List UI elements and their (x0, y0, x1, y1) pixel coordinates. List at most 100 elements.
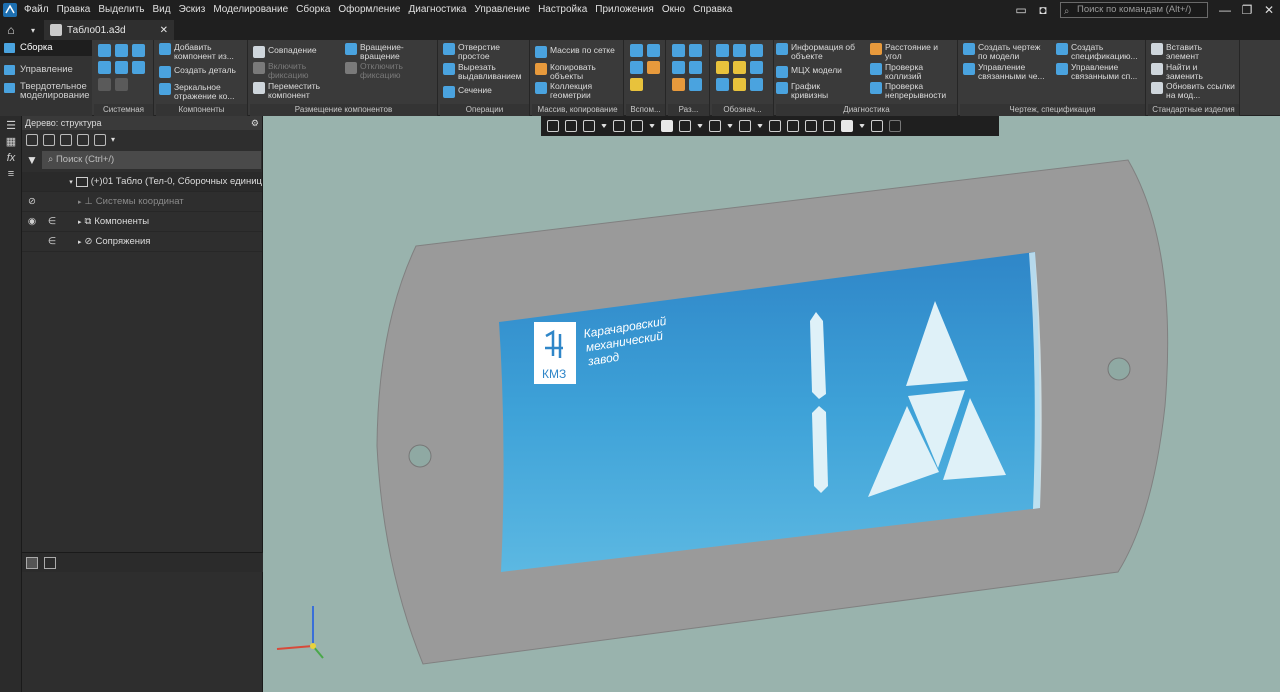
find-replace-button[interactable]: Найти и заменить (1151, 63, 1226, 81)
menu-select[interactable]: Выделить (94, 0, 148, 20)
tree-item-coordinate-systems[interactable]: ⊘ ▸ ⊥ Системы координат (22, 192, 262, 212)
aux-plane-icon[interactable] (647, 44, 660, 57)
angle-size-icon[interactable] (689, 61, 702, 74)
mark-icon[interactable] (750, 61, 763, 74)
extrude-cut-button[interactable]: Вырезать выдавливанием (443, 63, 530, 81)
save-icon[interactable] (132, 44, 145, 57)
tolerance-icon[interactable] (750, 44, 763, 57)
manage-linked-spec-button[interactable]: Управление связанными сп... (1056, 63, 1149, 81)
tree-item-mates[interactable]: ∈ ▸ ⊘ Сопряжения (22, 232, 262, 252)
chevron-down-icon[interactable]: ▾ (22, 20, 44, 40)
roughness-icon[interactable] (733, 44, 746, 57)
tree-search-input[interactable]: ⌕ Поиск (Ctrl+/) (42, 151, 261, 169)
app-logo-icon[interactable] (0, 0, 20, 20)
expand-icon[interactable]: ▸ (78, 238, 82, 246)
mode-manage[interactable]: Управление (0, 62, 92, 78)
include-icon[interactable]: ∈ (42, 236, 62, 247)
create-spec-button[interactable]: Создать спецификацию... (1056, 43, 1149, 61)
expand-icon[interactable]: ▸ (78, 198, 82, 206)
continuity-check-button[interactable]: Проверка непрерывности (870, 82, 955, 100)
enable-fix-button[interactable]: Включить фиксацию (253, 62, 328, 80)
new-doc-icon[interactable] (98, 44, 111, 57)
create-drawing-button[interactable]: Создать чертеж по модели (963, 43, 1052, 61)
add-component-button[interactable]: Добавить компонент из... (159, 43, 246, 61)
base-icon[interactable] (716, 61, 729, 74)
weld-icon[interactable] (733, 61, 746, 74)
properties-panel-icon[interactable]: ▦ (4, 136, 18, 148)
3d-viewport[interactable]: КМЗ Карачаровский механический завод 1 (263, 116, 1280, 692)
expand-icon[interactable]: ▸ (78, 218, 82, 226)
menu-window[interactable]: Окно (658, 0, 689, 20)
auto-size-icon[interactable] (689, 78, 702, 91)
menu-diagnostics[interactable]: Диагностика (404, 0, 470, 20)
panel-layout-icon[interactable]: ▭ (1010, 0, 1032, 20)
manage-linked-drawings-button[interactable]: Управление связанными че... (963, 63, 1056, 81)
aux-axis-icon[interactable] (630, 44, 643, 57)
close-icon[interactable]: ✕ (1258, 0, 1280, 20)
tree-panel-icon[interactable]: ☰ (4, 120, 18, 132)
tree-view-build-icon[interactable] (43, 134, 55, 146)
tree-item-components[interactable]: ◉ ∈ ▸ ⧉ Компоненты (22, 212, 262, 232)
menu-file[interactable]: Файл (20, 0, 53, 20)
geometry-collection-button[interactable]: Коллекция геометрии (535, 82, 610, 100)
menu-sketch[interactable]: Эскиз (175, 0, 210, 20)
radius-size-icon[interactable] (672, 61, 685, 74)
diameter-size-icon[interactable] (689, 44, 702, 57)
home-icon[interactable]: ⌂ (0, 20, 22, 40)
mass-props-button[interactable]: МЦХ модели (776, 66, 842, 78)
tree-view-structure-icon[interactable] (26, 134, 38, 146)
tree-tab-icon[interactable] (26, 556, 38, 569)
create-part-button[interactable]: Создать деталь (159, 66, 236, 78)
hole-button[interactable]: Отверстие простое (443, 43, 526, 61)
axis-triad-icon[interactable] (276, 606, 324, 659)
undo-icon[interactable] (98, 78, 111, 91)
eye-icon[interactable]: ◉ (22, 216, 42, 227)
move-component-button[interactable]: Переместить компонент (253, 82, 332, 100)
aux-point-icon[interactable] (630, 61, 643, 74)
menu-design[interactable]: Оформление (334, 0, 404, 20)
copy-objects-button[interactable]: Копировать объекты (535, 63, 610, 81)
menu-settings[interactable]: Настройка (534, 0, 591, 20)
menu-manage[interactable]: Управление (470, 0, 534, 20)
tab-close-icon[interactable]: ✕ (160, 25, 168, 36)
grid-array-button[interactable]: Массив по сетке (535, 46, 615, 58)
menu-edit[interactable]: Правка (53, 0, 95, 20)
cut-line-icon[interactable] (733, 78, 746, 91)
open-icon[interactable] (115, 44, 128, 57)
layers-icon[interactable]: ≡ (4, 168, 18, 180)
maximize-icon[interactable]: ❐ (1236, 0, 1258, 20)
mode-assembly[interactable]: Сборка (0, 40, 92, 56)
tree-view-grid-icon[interactable] (77, 134, 89, 146)
linear-size-icon[interactable] (672, 44, 685, 57)
save-as-icon[interactable] (132, 61, 145, 74)
variables-icon[interactable]: fx (4, 152, 18, 164)
command-search-input[interactable]: ⌕ Поиск по командам (Alt+/) (1060, 2, 1208, 18)
disable-fix-button[interactable]: Отключить фиксацию (345, 62, 420, 80)
coincidence-button[interactable]: Совпадение (253, 46, 317, 58)
filter-icon[interactable]: ▼ (22, 153, 42, 167)
screenshot-icon[interactable]: ◘ (1032, 0, 1054, 20)
aux-line-icon[interactable] (630, 78, 643, 91)
menu-view[interactable]: Вид (149, 0, 175, 20)
leader-icon[interactable] (716, 44, 729, 57)
mirror-button[interactable]: Зеркальное отражение ко... (159, 83, 246, 101)
distance-angle-button[interactable]: Расстояние и угол (870, 43, 957, 61)
tree-root-row[interactable]: ▾ (+)01 Табло (Тел-0, Сборочных единиц (22, 172, 262, 192)
chevron-down-icon[interactable]: ▾ (111, 134, 123, 146)
properties-tab-icon[interactable] (44, 556, 56, 569)
tree-view-list-icon[interactable] (94, 134, 106, 146)
collision-check-button[interactable]: Проверка коллизий (870, 63, 945, 81)
aux-cs-icon[interactable] (647, 61, 660, 74)
text-icon[interactable] (750, 78, 763, 91)
redo-icon[interactable] (115, 78, 128, 91)
tab-document[interactable]: Табло01.a3d ✕ (44, 20, 174, 40)
tree-view-parts-icon[interactable] (60, 134, 72, 146)
print-icon[interactable] (98, 61, 111, 74)
insert-element-button[interactable]: Вставить элемент (1151, 43, 1226, 61)
object-info-button[interactable]: Информация об объекте (776, 43, 863, 61)
update-links-button[interactable]: Обновить ссылки на мод... (1151, 82, 1238, 100)
chain-size-icon[interactable] (672, 78, 685, 91)
minimize-icon[interactable]: — (1214, 0, 1236, 20)
section-button[interactable]: Сечение (443, 86, 492, 98)
pos-icon[interactable] (716, 78, 729, 91)
